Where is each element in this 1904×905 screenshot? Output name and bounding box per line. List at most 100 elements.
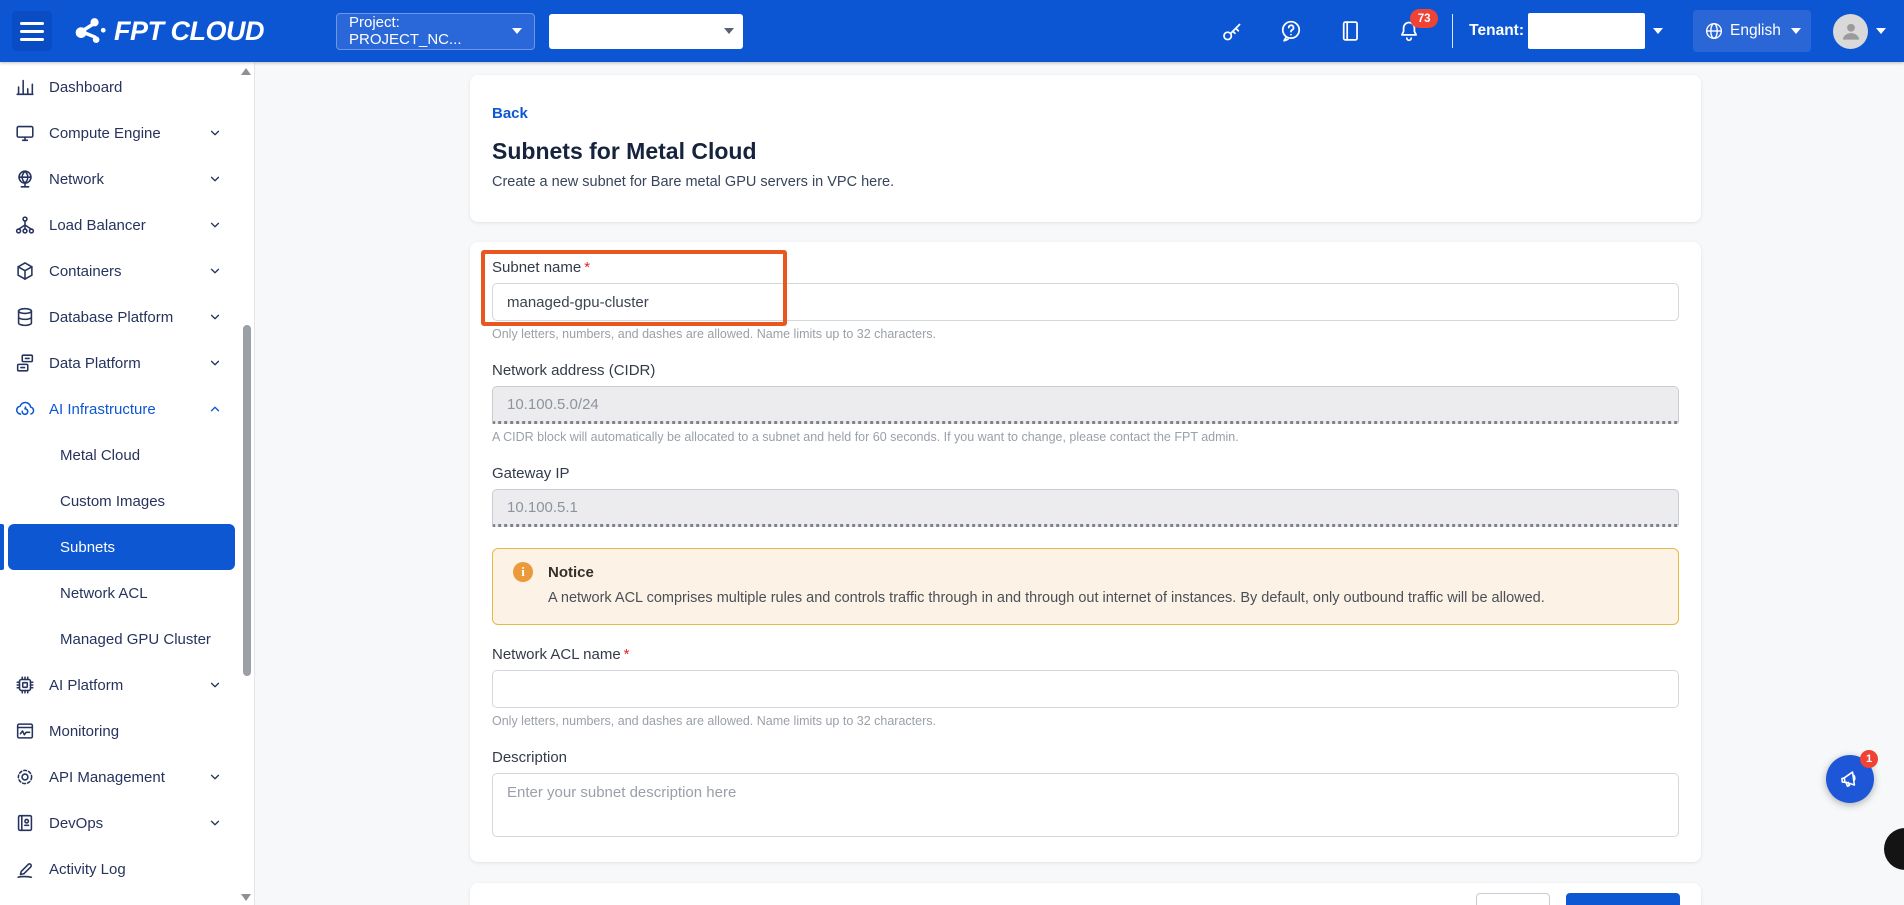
page-title: Subnets for Metal Cloud: [492, 138, 1679, 165]
sidebar-item-network-acl[interactable]: Network ACL: [0, 570, 254, 616]
sidebar-item-load-balancer[interactable]: Load Balancer: [0, 202, 254, 248]
chevron-down-icon: [1653, 28, 1663, 34]
subnet-name-input[interactable]: [492, 283, 1679, 321]
main-content: Back Subnets for Metal Cloud Create a ne…: [255, 62, 1904, 905]
chevron-down-icon: [208, 816, 222, 830]
user-avatar-icon[interactable]: [1833, 14, 1868, 49]
notification-bell-icon[interactable]: 73: [1396, 18, 1422, 44]
navbar-right-cluster: 73 Tenant: English: [1186, 10, 1904, 52]
language-label: English: [1730, 22, 1781, 40]
fpt-cloud-logo[interactable]: FPT CLOUD: [70, 12, 264, 50]
chevron-down-icon: [724, 28, 734, 34]
network-icon: [14, 168, 36, 190]
database-platform-icon: [14, 306, 36, 328]
sidebar-item-dashboard[interactable]: Dashboard: [0, 64, 254, 110]
sidebar-scroll-down-arrow[interactable]: [241, 894, 251, 901]
active-item-indicator: [0, 524, 4, 570]
support-chat-icon[interactable]: [1278, 18, 1304, 44]
containers-icon: [14, 260, 36, 282]
monitoring-icon: [14, 720, 36, 742]
sidebar-item-devops[interactable]: DevOps: [0, 800, 254, 846]
load-balancer-icon: [14, 214, 36, 236]
subnet-name-helper-text: Only letters, numbers, and dashes are al…: [492, 327, 1679, 341]
chevron-down-icon: [208, 264, 222, 278]
hamburger-menu-icon[interactable]: [12, 11, 52, 51]
notice-body: A network ACL comprises multiple rules a…: [548, 590, 1658, 606]
chevron-down-icon: [1791, 28, 1801, 34]
cidr-helper-text: A CIDR block will automatically be alloc…: [492, 430, 1679, 444]
chevron-down-icon: [208, 218, 222, 232]
chevron-down-icon: [208, 172, 222, 186]
navbar-divider: [1452, 14, 1453, 48]
cidr-label: Network address (CIDR): [492, 362, 1679, 380]
sidebar-item-database-platform[interactable]: Database Platform: [0, 294, 254, 340]
vpc-selector[interactable]: [549, 14, 743, 49]
sidebar-scroll-up-arrow[interactable]: [241, 68, 251, 75]
cidr-input: [492, 386, 1679, 424]
sidebar-item-ai-platform[interactable]: AI Platform: [0, 662, 254, 708]
tenant-selector[interactable]: [1528, 13, 1645, 49]
notice-title: Notice: [548, 564, 594, 581]
subnet-name-field-group: Subnet name* Only letters, numbers, and …: [492, 259, 1679, 341]
notification-count-badge: 73: [1410, 9, 1438, 28]
announcements-fab[interactable]: 1: [1826, 755, 1874, 803]
documentation-icon[interactable]: [1337, 18, 1363, 44]
key-icon[interactable]: [1219, 18, 1245, 44]
gateway-field-group: Gateway IP: [492, 465, 1679, 527]
submit-button[interactable]: [1566, 893, 1680, 905]
tenant-label: Tenant:: [1469, 22, 1524, 40]
sidebar-item-data-platform[interactable]: Data Platform: [0, 340, 254, 386]
sidebar-item-ai-infrastructure[interactable]: AI Infrastructure: [0, 386, 254, 432]
sidebar-item-monitoring[interactable]: Monitoring: [0, 708, 254, 754]
description-field-group: Description: [492, 749, 1679, 842]
sidebar-item-metal-cloud[interactable]: Metal Cloud: [0, 432, 254, 478]
chevron-down-icon: [208, 356, 222, 370]
sidebar-scrollbar-thumb[interactable]: [243, 325, 251, 676]
sidebar-item-network[interactable]: Network: [0, 156, 254, 202]
sidebar-item-managed-gpu-cluster[interactable]: Managed GPU Cluster: [0, 616, 254, 662]
chevron-down-icon: [208, 126, 222, 140]
chevron-down-icon: [208, 310, 222, 324]
cancel-button[interactable]: [1476, 893, 1550, 905]
language-selector[interactable]: English: [1693, 10, 1811, 52]
fpt-logo-icon: [70, 12, 108, 50]
acl-name-label: Network ACL name*: [492, 646, 1679, 664]
api-management-icon: [14, 766, 36, 788]
project-selector[interactable]: Project: PROJECT_NC...: [336, 13, 535, 50]
gateway-input: [492, 489, 1679, 527]
sidebar-item-custom-images[interactable]: Custom Images: [0, 478, 254, 524]
chevron-down-icon: [208, 770, 222, 784]
subnet-name-label: Subnet name*: [492, 259, 1679, 277]
sidebar-item-containers[interactable]: Containers: [0, 248, 254, 294]
compute-engine-icon: [14, 122, 36, 144]
fab-notification-badge: 1: [1860, 750, 1878, 768]
chevron-down-icon: [1876, 28, 1886, 34]
description-textarea[interactable]: [492, 773, 1679, 837]
back-link[interactable]: Back: [492, 105, 528, 122]
sidebar-item-compute-engine[interactable]: Compute Engine: [0, 110, 254, 156]
page-header-card: Back Subnets for Metal Cloud Create a ne…: [470, 75, 1701, 222]
chevron-down-icon: [512, 28, 522, 34]
activity-log-icon: [14, 858, 36, 880]
page-subtitle: Create a new subnet for Bare metal GPU s…: [492, 174, 1679, 190]
required-asterisk: *: [624, 646, 630, 663]
logo-text: FPT CLOUD: [114, 16, 264, 47]
sidebar-item-activity-log[interactable]: Activity Log: [0, 846, 254, 892]
acl-name-helper-text: Only letters, numbers, and dashes are al…: [492, 714, 1679, 728]
form-footer-card: [470, 883, 1701, 905]
ai-platform-icon: [14, 674, 36, 696]
sidebar-navigation: Dashboard Compute Engine Network Load Ba…: [0, 62, 255, 905]
sidebar-item-subnets[interactable]: Subnets: [8, 524, 235, 570]
data-platform-icon: [14, 352, 36, 374]
sidebar-item-api-management[interactable]: API Management: [0, 754, 254, 800]
acl-name-field-group: Network ACL name* Only letters, numbers,…: [492, 646, 1679, 728]
subnet-form-card: Subnet name* Only letters, numbers, and …: [470, 242, 1701, 862]
gateway-label: Gateway IP: [492, 465, 1679, 483]
acl-name-input[interactable]: [492, 670, 1679, 708]
cidr-field-group: Network address (CIDR) A CIDR block will…: [492, 362, 1679, 444]
globe-icon: [1703, 20, 1725, 42]
chevron-down-icon: [208, 678, 222, 692]
devops-icon: [14, 812, 36, 834]
notice-callout: i Notice A network ACL comprises multipl…: [492, 548, 1679, 625]
dashboard-icon: [14, 76, 36, 98]
